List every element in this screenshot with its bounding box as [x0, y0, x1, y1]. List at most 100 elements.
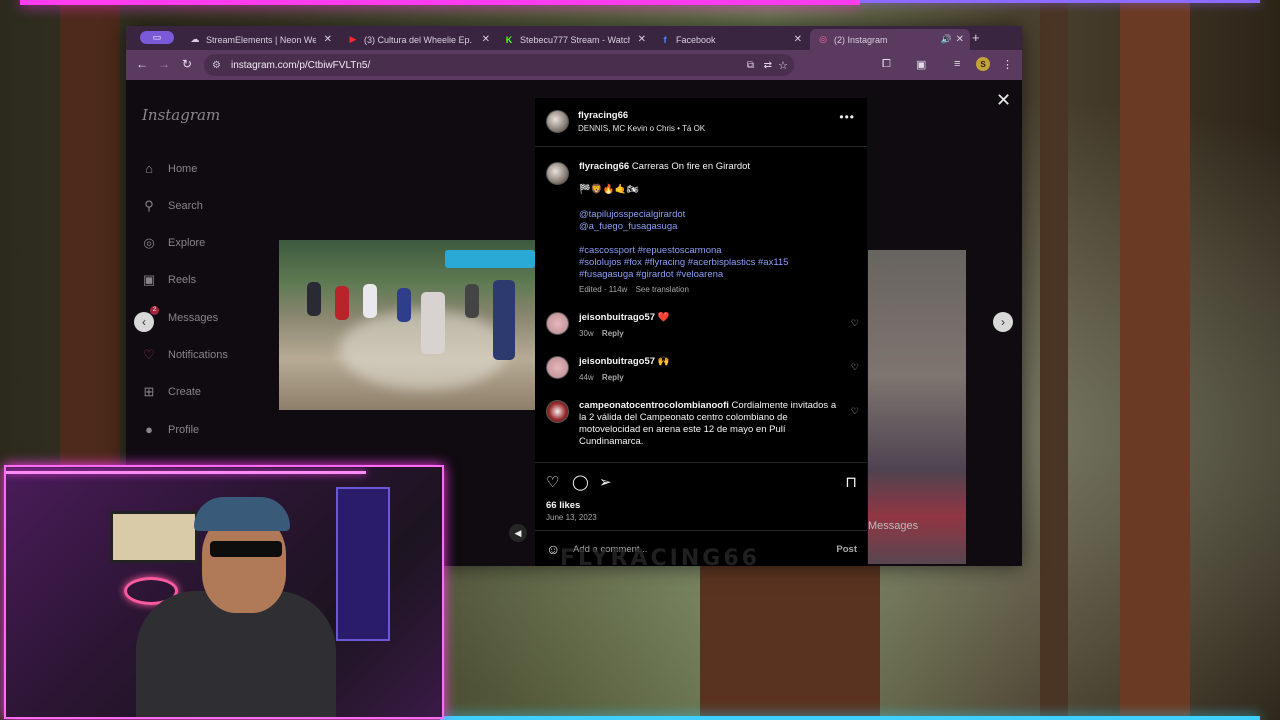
audio-track[interactable]: DENNIS, MC Kevin o Chris • Tá OK [578, 124, 705, 133]
neon-frame-top [20, 0, 860, 5]
translate-icon[interactable]: ⇄ [764, 60, 772, 71]
forward-icon[interactable]: → [158, 57, 170, 71]
post-comment-button[interactable]: Post [836, 544, 857, 555]
comment-username[interactable]: campeonatocentrocolombianoofi [579, 400, 729, 411]
messages-floating-label[interactable]: Messages [868, 520, 918, 532]
post-details-panel: flyracing66 DENNIS, MC Kevin o Chris • T… [535, 98, 867, 566]
sidebar-item-notifications[interactable]: ♡ Notifications [142, 348, 228, 362]
post-date: June 13, 2023 [546, 513, 597, 522]
comment-text: ❤️ [657, 312, 670, 323]
tree-trunk [700, 560, 880, 720]
tab-youtube[interactable]: ▶ (3) Cultura del Wheelie Ep. 1 ✕ [348, 29, 490, 50]
bookmark-star-icon[interactable]: ☆ [778, 59, 788, 72]
author-username[interactable]: flyracing66 [578, 110, 628, 121]
speaker-icon[interactable]: 🔊 [941, 34, 952, 45]
reply-button[interactable]: Reply [602, 373, 624, 382]
commenter-avatar[interactable] [546, 356, 569, 379]
chevron-left-icon: ‹ [142, 315, 146, 329]
new-tab-button[interactable]: + [972, 30, 980, 45]
sidebar-item-explore[interactable]: ◎ Explore [142, 236, 205, 250]
caption-username[interactable]: flyracing66 [579, 161, 629, 172]
sidebar-item-label: Messages [168, 312, 219, 324]
motocross-rider [307, 282, 321, 316]
chevron-right-icon: › [1001, 315, 1005, 329]
hashtags[interactable]: #cascossport #repuestoscarmona [579, 245, 722, 257]
close-tab-icon[interactable]: ✕ [956, 34, 964, 45]
kick-icon: K [505, 34, 513, 45]
comment-bubble-icon[interactable]: ◯ [572, 473, 589, 491]
mute-button[interactable]: ◀ [509, 524, 527, 542]
race-banner [445, 250, 535, 268]
hashtags[interactable]: #sololujos #fox #flyracing #acerbisplast… [579, 257, 788, 269]
share-send-icon[interactable]: ➢ [599, 473, 612, 491]
close-tab-icon[interactable]: ✕ [794, 34, 802, 45]
search-icon: ⚲ [144, 198, 154, 213]
see-translation-link[interactable]: See translation [636, 285, 689, 294]
close-tab-icon[interactable]: ✕ [324, 34, 332, 45]
previous-post-button[interactable]: ‹ [134, 312, 154, 332]
address-bar-row: ← → ↻ ⚙ instagram.com/p/CtbiwFVLTn5/ ⧉ ⇄… [126, 50, 1022, 80]
wall-sign [110, 511, 198, 563]
comment-age: 44w [579, 373, 594, 382]
sidebar-item-label: Create [168, 386, 202, 398]
caption-text: Carreras On fire en Girardot [631, 161, 751, 172]
menu-kebab-icon[interactable]: ⋮ [1002, 58, 1013, 71]
post-media-image[interactable] [279, 240, 535, 410]
comment-username[interactable]: jeisonbuitrago57 [579, 356, 655, 367]
reload-icon[interactable]: ↻ [182, 57, 192, 71]
back-icon[interactable]: ← [136, 57, 148, 71]
like-comment-icon[interactable]: ♡ [851, 362, 859, 373]
sidebar-item-reels[interactable]: ▣ Reels [142, 273, 196, 287]
tab-facebook[interactable]: f Facebook ✕ [660, 29, 803, 50]
commenter-avatar[interactable] [546, 400, 569, 423]
site-info-icon[interactable]: ⚙ [212, 60, 221, 71]
streamer-cap [194, 497, 290, 531]
neon-frame-bottom [440, 716, 1260, 720]
reply-button[interactable]: Reply [602, 329, 624, 338]
like-comment-icon[interactable]: ♡ [851, 406, 859, 417]
sidebar-item-home[interactable]: ⌂ Home [142, 162, 197, 176]
tab-streamelements[interactable]: ☁ StreamElements | Neon Webc ✕ [190, 29, 333, 50]
sidebar-item-search[interactable]: ⚲ Search [142, 199, 203, 213]
next-post-preview[interactable] [868, 250, 966, 564]
tree-trunk [60, 0, 120, 470]
instagram-logo[interactable]: Instagram [142, 106, 220, 124]
mention-link[interactable]: @tapilujosspecialgirardot [579, 209, 685, 221]
caption-avatar[interactable] [546, 162, 569, 185]
sidebar-item-profile[interactable]: ● Profile [142, 423, 199, 437]
tab-kick[interactable]: K Stebecu777 Stream - Watch ✕ [504, 29, 646, 50]
more-options-icon[interactable]: ••• [839, 110, 855, 124]
likes-count[interactable]: 66 likes [546, 500, 580, 511]
address-bar[interactable]: ⚙ instagram.com/p/CtbiwFVLTn5/ ⧉ ⇄ ☆ [204, 54, 794, 76]
like-heart-icon[interactable]: ♡ [546, 473, 559, 491]
wall-poster [336, 487, 390, 641]
tab-search-button[interactable]: ▭ [140, 31, 174, 44]
comment-username[interactable]: jeisonbuitrago57 [579, 312, 655, 323]
close-icon: ✕ [996, 90, 1012, 110]
streamelements-icon: ☁ [190, 34, 200, 44]
save-bookmark-icon[interactable]: ⊓ [845, 473, 857, 491]
author-avatar[interactable] [546, 110, 569, 133]
caption-emojis: 🏁🦁🔥🤙🏍 [579, 184, 639, 195]
like-comment-icon[interactable]: ♡ [851, 318, 859, 329]
hashtags[interactable]: #fusagasuga #girardot #veloarena [579, 269, 723, 281]
next-post-button[interactable]: › [993, 312, 1013, 332]
close-tab-icon[interactable]: ✕ [482, 34, 490, 45]
sidebar-item-create[interactable]: ⊞ Create [142, 385, 201, 399]
sidebar-item-label: Explore [168, 237, 206, 249]
tab-instagram[interactable]: ◎ (2) Instagram 🔊 ✕ [810, 29, 970, 50]
media-control-icon[interactable]: ≡ [954, 58, 960, 70]
close-tab-icon[interactable]: ✕ [638, 34, 646, 45]
comment-age: 30w [579, 329, 594, 338]
emoji-smiley-icon[interactable]: ☺ [546, 541, 560, 557]
extensions-icon[interactable]: ⧠ [882, 58, 891, 71]
message-count-badge: 2 [150, 306, 159, 315]
split-view-icon[interactable]: ▣ [916, 58, 926, 71]
mention-link[interactable]: @a_fuego_fusagasuga [579, 221, 677, 233]
tree-trunk [1120, 0, 1190, 720]
profile-avatar: ● [145, 422, 153, 437]
commenter-avatar[interactable] [546, 312, 569, 335]
close-modal-button[interactable]: ✕ [996, 90, 1011, 111]
profile-avatar[interactable]: S [976, 57, 990, 71]
install-app-icon[interactable]: ⧉ [747, 60, 754, 71]
